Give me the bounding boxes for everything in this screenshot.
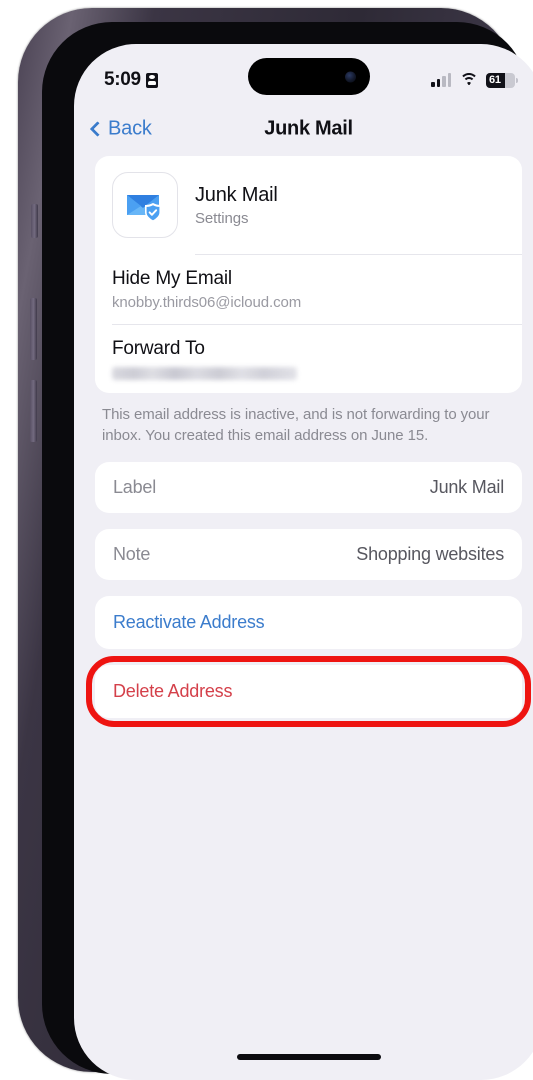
status-bar-right: 61 (431, 72, 518, 88)
address-header-text: Junk Mail Settings (195, 184, 278, 227)
battery-icon: 61 (486, 72, 518, 88)
label-card: Label Junk Mail (95, 462, 522, 514)
note-row-value: Shopping websites (356, 544, 504, 565)
navigation-bar: Back Junk Mail (74, 102, 533, 156)
device-frame: 5:09 61 Back Junk Mail Junk Mail Setting… (0, 0, 533, 1080)
forward-to-label: Forward To (112, 338, 205, 359)
reactivate-address-label: Reactivate Address (113, 612, 265, 633)
delete-address-annotation-wrapper: Delete Address (86, 656, 531, 728)
volume-up-button[interactable] (30, 298, 37, 360)
page-title: Junk Mail (264, 117, 353, 140)
hide-my-email-envelope-shield-icon (112, 172, 178, 238)
forward-to-row[interactable]: Forward To (95, 325, 522, 393)
delete-address-label: Delete Address (113, 681, 233, 702)
address-header-row: Junk Mail Settings (95, 156, 522, 254)
clock-time: 5:09 (104, 69, 141, 90)
hide-my-email-value: knobby.thirds06@icloud.com (112, 294, 302, 311)
address-header-title: Junk Mail (195, 183, 278, 206)
volume-down-button[interactable] (30, 380, 37, 442)
hide-my-email-label: Hide My Email (112, 268, 232, 289)
cellular-bars-icon (431, 73, 451, 87)
note-row[interactable]: Note Shopping websites (95, 529, 522, 580)
label-row-key: Label (113, 477, 157, 498)
address-header-subtitle: Settings (195, 209, 249, 227)
phone-screen: 5:09 61 Back Junk Mail Junk Mail Setting… (74, 44, 533, 1080)
front-camera-icon (344, 71, 356, 82)
wifi-icon (459, 73, 478, 87)
home-indicator[interactable] (236, 1054, 381, 1060)
reactivate-address-card[interactable]: Reactivate Address (95, 596, 522, 650)
forward-to-redacted-value (112, 367, 297, 380)
hide-my-email-row[interactable]: Hide My Email knobby.thirds06@icloud.com (95, 255, 522, 324)
settings-content: Junk Mail Settings Hide My Email knobby.… (74, 156, 533, 1080)
delete-address-card[interactable]: Delete Address (95, 665, 522, 719)
status-bar-left: 5:09 (104, 69, 158, 91)
label-row[interactable]: Label Junk Mail (95, 462, 522, 513)
mute-switch-button[interactable] (31, 204, 38, 238)
phone-body: 5:09 61 Back Junk Mail Junk Mail Setting… (18, 8, 533, 1080)
note-card: Note Shopping websites (95, 529, 522, 581)
reactivate-address-button[interactable]: Reactivate Address (95, 596, 522, 649)
id-card-icon (145, 72, 158, 88)
battery-percent-label: 61 (489, 73, 501, 86)
address-info-card: Junk Mail Settings Hide My Email knobby.… (95, 156, 522, 393)
label-row-value: Junk Mail (429, 477, 504, 498)
dynamic-island (247, 58, 370, 95)
phone-bezel: 5:09 61 Back Junk Mail Junk Mail Setting… (42, 22, 533, 1080)
delete-address-button[interactable]: Delete Address (95, 665, 522, 718)
address-status-footnote: This email address is inactive, and is n… (102, 406, 490, 444)
note-row-key: Note (113, 544, 151, 565)
